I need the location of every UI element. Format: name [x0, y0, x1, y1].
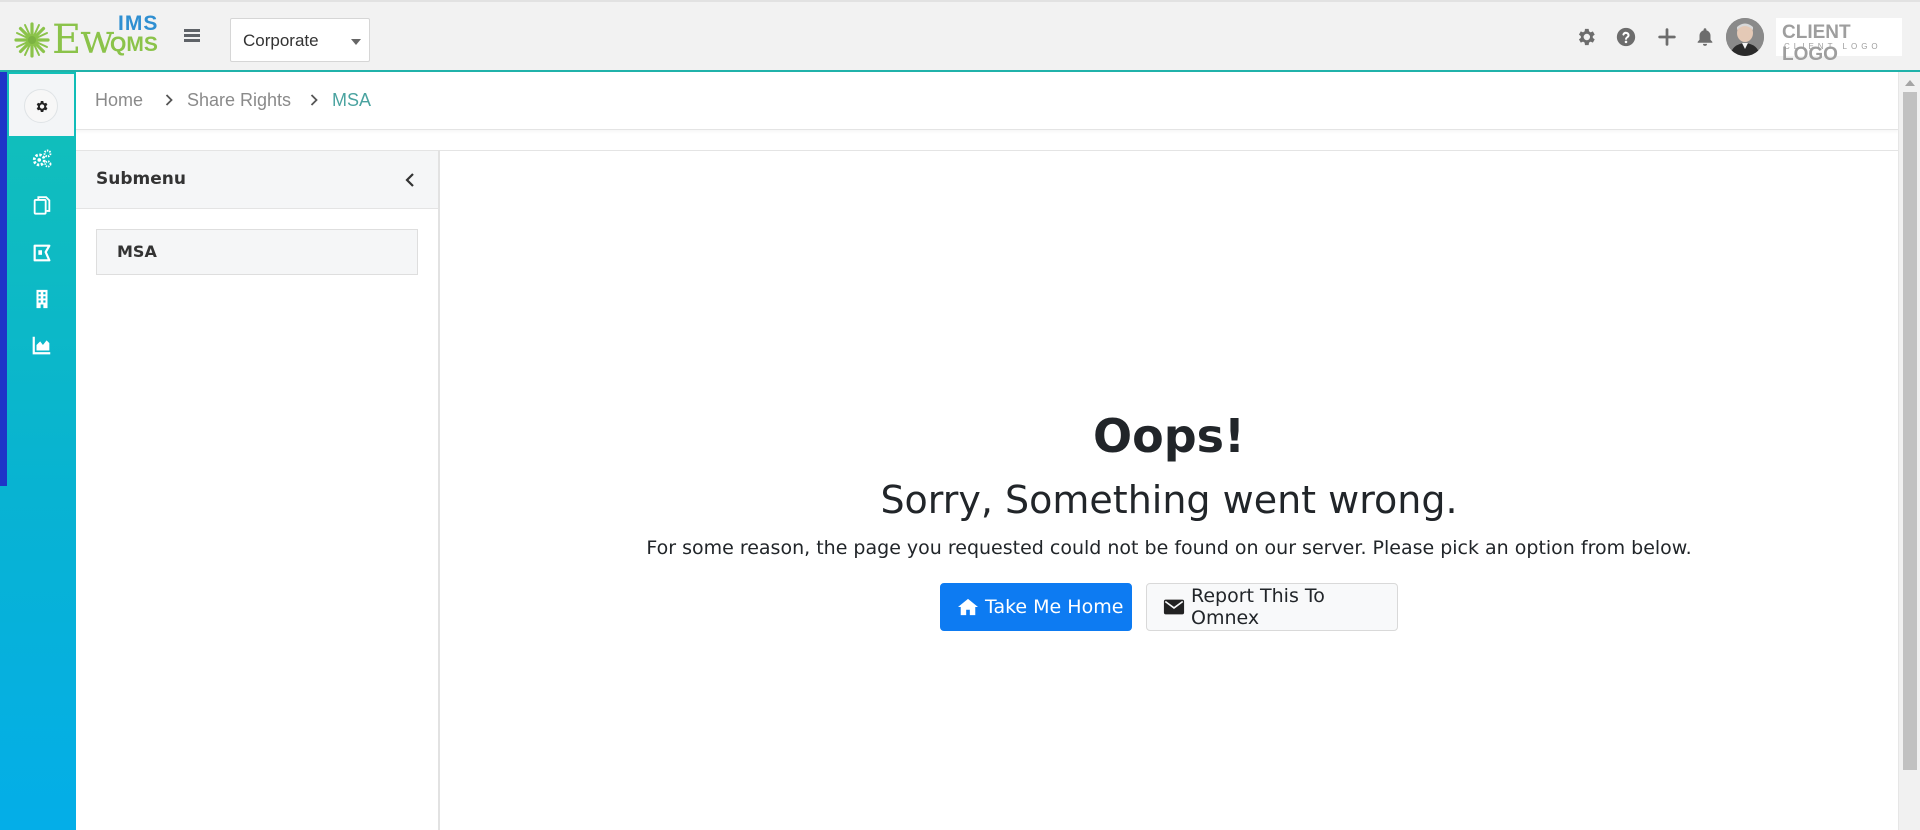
scroll-up-arrow-icon[interactable]	[1905, 80, 1915, 86]
page-scrollbar[interactable]	[1898, 72, 1920, 830]
client-logo: CLIENT LOGO CLIENT LOGO	[1776, 18, 1902, 65]
settings-icon	[36, 101, 48, 112]
chevron-right-icon	[310, 94, 318, 106]
hamburger-menu-icon[interactable]	[182, 27, 202, 45]
submenu-item-label: MSA	[117, 242, 157, 261]
organization-select-value: Corporate	[243, 31, 319, 50]
user-photo-icon	[1726, 18, 1764, 56]
ewqims-logo[interactable]: Ew IMS QMS	[12, 12, 162, 63]
error-title: Oops!	[1093, 409, 1245, 463]
bell-icon[interactable]	[1694, 26, 1716, 48]
submenu-header: Submenu	[76, 151, 438, 209]
chevron-left-icon[interactable]	[402, 171, 418, 189]
organization-select[interactable]: Corporate	[230, 18, 370, 62]
ticket-icon[interactable]	[31, 242, 53, 264]
caret-down-icon	[351, 39, 361, 45]
rail-active-indicator	[0, 72, 7, 486]
left-icon-rail	[0, 72, 76, 830]
logo-star-icon	[14, 22, 50, 58]
submenu-panel: Submenu MSA	[76, 150, 440, 830]
cogs-icon[interactable]	[31, 148, 53, 170]
take-me-home-label: Take Me Home	[985, 596, 1124, 618]
scrollbar-thumb[interactable]	[1903, 92, 1917, 770]
envelope-icon	[1163, 599, 1185, 615]
error-message: For some reason, the page you requested …	[646, 537, 1692, 559]
breadcrumb-msa: MSA	[332, 90, 372, 110]
logo-text-top: IMS	[118, 12, 159, 35]
take-me-home-button[interactable]: Take Me Home	[940, 583, 1132, 631]
plus-icon[interactable]	[1656, 26, 1678, 48]
breadcrumb-share-rights[interactable]: Share Rights	[187, 90, 291, 111]
user-avatar[interactable]	[1726, 18, 1764, 56]
building-icon[interactable]	[31, 288, 53, 310]
logo-text-bottom: QMS	[110, 33, 158, 56]
submenu-title: Submenu	[96, 169, 186, 189]
chevron-right-icon	[165, 94, 173, 106]
breadcrumb: Home Share Rights MSA	[76, 72, 1898, 130]
report-button[interactable]: Report This To Omnex	[1146, 583, 1398, 631]
submenu-item-msa[interactable]: MSA	[96, 229, 418, 275]
area-chart-icon[interactable]	[31, 334, 53, 356]
report-button-label: Report This To Omnex	[1191, 585, 1325, 629]
error-subtitle: Sorry, Something went wrong.	[880, 478, 1458, 522]
top-navbar: Ew IMS QMS Corporate CLIENT LOGO CLIENT …	[0, 0, 1920, 72]
breadcrumb-home[interactable]: Home	[95, 90, 143, 111]
copy-icon[interactable]	[31, 194, 53, 216]
rail-item-settings[interactable]	[9, 74, 74, 136]
gear-icon[interactable]	[1575, 26, 1597, 48]
client-logo-subtext: CLIENT LOGO	[1784, 42, 1882, 51]
help-icon[interactable]	[1615, 26, 1637, 48]
home-icon	[958, 598, 978, 616]
logo-text-main: Ew	[52, 17, 114, 63]
main-content: Oops! Sorry, Something went wrong. For s…	[440, 150, 1898, 830]
